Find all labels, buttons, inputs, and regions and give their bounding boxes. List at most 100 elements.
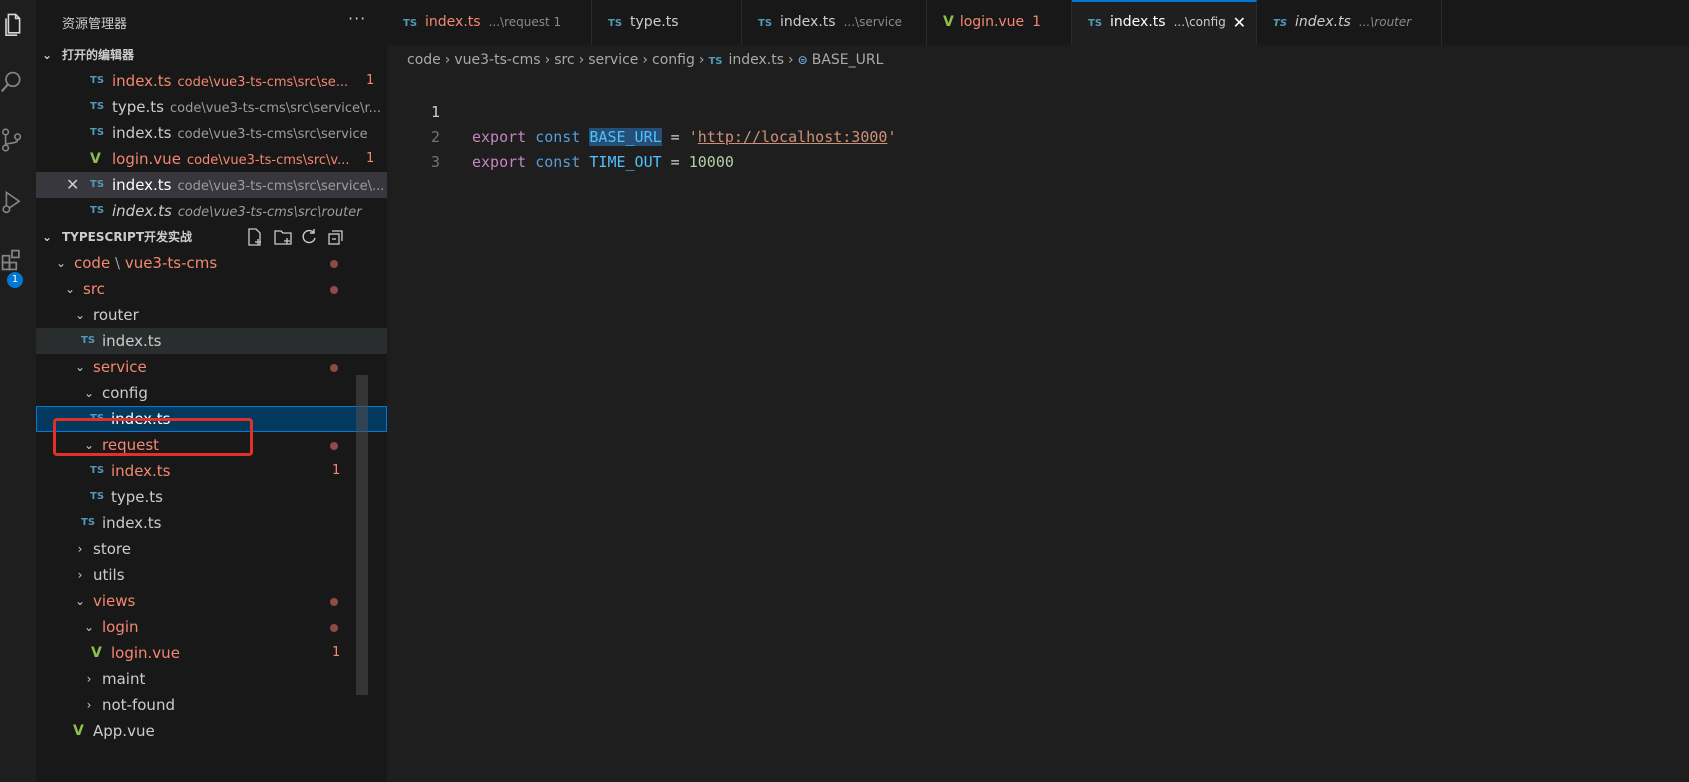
modified-dot [330, 286, 338, 294]
chevron-right-icon: › [86, 672, 92, 686]
vue-file-icon: V [73, 723, 84, 739]
typescript-file-icon: TS [90, 179, 105, 190]
symbol-highlight: BASE_URL [589, 128, 662, 146]
activity-bar: 1 [0, 0, 36, 782]
chevron-down-icon: ⌄ [74, 308, 86, 322]
explorer-icon[interactable] [2, 12, 26, 36]
url-link[interactable]: http://localhost:3000 [698, 128, 888, 146]
breadcrumb-item[interactable]: code [407, 52, 441, 68]
problem-count: 1 [366, 151, 375, 166]
tree-file-request-index[interactable]: TS index.ts 1 [36, 458, 387, 484]
tree-file-service-index[interactable]: TS index.ts [36, 510, 387, 536]
more-actions-button[interactable]: ··· [348, 9, 366, 28]
modified-dot [330, 598, 338, 606]
tab-login-vue[interactable]: Vlogin.vue 1 [927, 0, 1072, 45]
typescript-file-icon: TS [403, 18, 418, 29]
tree-folder-store[interactable]: › store [36, 536, 387, 562]
new-folder-icon[interactable] [274, 228, 292, 246]
typescript-file-icon: TS [758, 18, 773, 29]
tab-request-index[interactable]: TS index.ts ...\request 1 [387, 0, 592, 45]
modified-dot [330, 624, 338, 632]
chevron-down-icon: ⌄ [74, 360, 86, 374]
line-number: 3 [430, 153, 440, 171]
chevron-right-icon: › [86, 698, 92, 712]
typescript-file-icon: TS [90, 205, 105, 216]
modified-dot [330, 442, 338, 450]
extensions-icon[interactable] [0, 248, 24, 272]
tree-folder-service[interactable]: ⌄ service [36, 354, 387, 380]
breadcrumb-item[interactable]: index.ts [729, 52, 785, 68]
chevron-down-icon: ⌄ [83, 620, 95, 634]
tree-file-app-vue[interactable]: V App.vue [36, 718, 387, 744]
problem-count: 1 [332, 645, 341, 660]
breadcrumb-item[interactable]: vue3-ts-cms [454, 52, 540, 68]
chevron-down-icon: ⌄ [42, 48, 53, 62]
tree-folder-maint[interactable]: › maint [36, 666, 387, 692]
tab-config-index[interactable]: TS index.ts ...\config ✕ [1072, 0, 1257, 45]
tab-type-ts[interactable]: TS type.ts [592, 0, 742, 45]
typescript-file-icon: TS [81, 335, 96, 346]
chevron-down-icon: ⌄ [74, 594, 86, 608]
tree-folder-not-found[interactable]: › not-found [36, 692, 387, 718]
breadcrumb-item[interactable]: BASE_URL [812, 52, 884, 68]
breadcrumb-item[interactable]: src [554, 52, 574, 68]
chevron-right-icon: › [77, 542, 83, 556]
modified-dot [330, 364, 338, 372]
run-debug-icon[interactable] [0, 190, 24, 214]
open-editor-item[interactable]: TS index.ts code\vue3-ts-cms\src\service [36, 120, 387, 146]
typescript-file-icon: TS [1088, 18, 1103, 29]
typescript-file-icon: TS [81, 517, 96, 528]
modified-dot [330, 260, 338, 268]
tree-file-router-index[interactable]: TS index.ts [36, 328, 387, 354]
editor-tabs: TS index.ts ...\request 1 TS type.ts TS inde… [387, 0, 1689, 45]
search-icon[interactable] [0, 70, 24, 94]
highlight-annotation-box [53, 418, 253, 456]
tab-router-index[interactable]: TS index.ts ...\router [1257, 0, 1442, 45]
tree-folder-src[interactable]: ⌄ src [36, 276, 387, 302]
open-editor-item[interactable]: TS type.ts code\vue3-ts-cms\src\service\r… [36, 94, 387, 120]
close-icon[interactable]: ✕ [1233, 2, 1246, 43]
code-editor[interactable]: 1 export const BASE_URL = 'http://localh… [387, 75, 1689, 782]
code-line: 2 export const TIME_OUT = 10000 [387, 100, 734, 171]
refresh-icon[interactable] [300, 228, 318, 246]
typescript-file-icon: TS [608, 18, 623, 29]
vue-file-icon: V [90, 151, 101, 167]
typescript-file-icon: TS [90, 127, 105, 138]
open-editor-item[interactable]: TS index.ts code\vue3-ts-cms\src\router [36, 198, 387, 224]
typescript-file-icon: TS [1273, 18, 1288, 29]
open-editors-header[interactable]: ⌄ 打开的编辑器 [36, 42, 387, 68]
typescript-file-icon: TS [90, 465, 105, 476]
problem-count: 1 [332, 463, 341, 478]
code-line: 3 [387, 125, 440, 171]
typescript-file-icon: TS [708, 56, 723, 67]
tree-folder-utils[interactable]: › utils [36, 562, 387, 588]
open-editor-item-active[interactable]: ✕ TS index.ts code\vue3-ts-cms\src\servic… [36, 172, 387, 198]
open-editor-item[interactable]: V login.vue code\vue3-ts-cms\src\v... 1 [36, 146, 387, 172]
typescript-file-icon: TS [90, 101, 105, 112]
sidebar-scrollbar[interactable] [356, 375, 368, 695]
chevron-down-icon: ⌄ [83, 386, 95, 400]
breadcrumb: code › vue3-ts-cms › src › service › config › TS in… [407, 52, 884, 68]
tree-folder-config[interactable]: ⌄ config [36, 380, 387, 406]
symbol-constant-icon: ⊜ [797, 53, 808, 67]
source-control-icon[interactable] [0, 128, 24, 152]
tree-folder-login[interactable]: ⌄ login [36, 614, 387, 640]
vue-file-icon: V [943, 14, 954, 30]
chevron-down-icon: ⌄ [55, 256, 67, 270]
close-icon[interactable]: ✕ [66, 172, 79, 198]
new-file-icon[interactable] [246, 228, 264, 246]
open-editor-item[interactable]: TS index.ts code\vue3-ts-cms\src\se... 1 [36, 68, 387, 94]
tree-file-request-type[interactable]: TS type.ts [36, 484, 387, 510]
tree-folder-router[interactable]: ⌄ router [36, 302, 387, 328]
vue-file-icon: V [91, 645, 102, 661]
breadcrumb-item[interactable]: service [588, 52, 638, 68]
typescript-file-icon: TS [90, 491, 105, 502]
tree-folder-views[interactable]: ⌄ views [36, 588, 387, 614]
chevron-right-icon: › [77, 568, 83, 582]
chevron-down-icon: ⌄ [42, 230, 53, 244]
tab-service-index[interactable]: TS index.ts ...\service [742, 0, 927, 45]
breadcrumb-item[interactable]: config [652, 52, 695, 68]
tree-file-login-vue[interactable]: V login.vue 1 [36, 640, 387, 666]
collapse-all-icon[interactable] [327, 228, 345, 246]
tree-folder-root[interactable]: ⌄ code \ vue3-ts-cms [36, 250, 387, 276]
